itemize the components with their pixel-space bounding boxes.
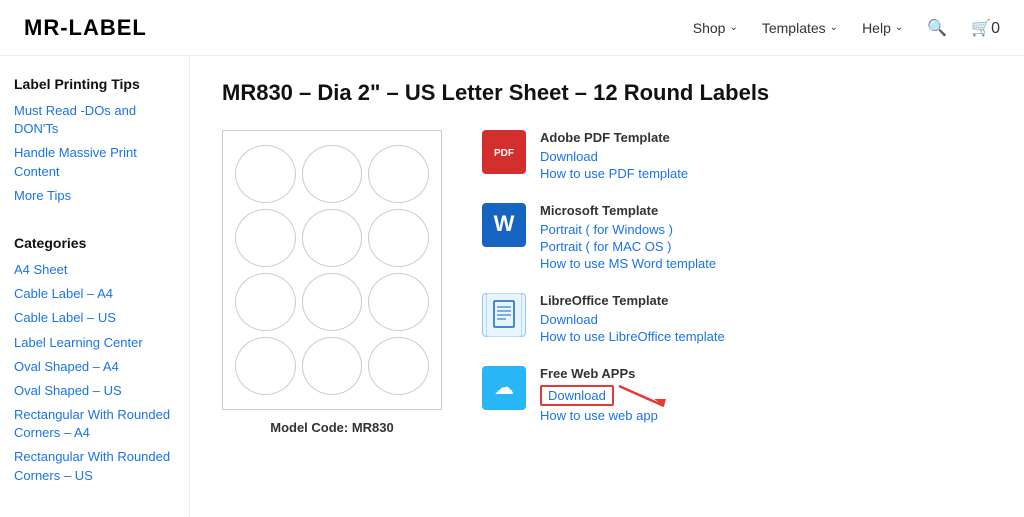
sidebar-link-a4-sheet[interactable]: A4 Sheet [14, 261, 175, 279]
sidebar-link-oval-us[interactable]: Oval Shaped – US [14, 382, 175, 400]
svg-text:W: W [494, 211, 515, 236]
nav-shop-label: Shop [693, 20, 726, 36]
nav-templates[interactable]: Templates ⌄ [762, 20, 838, 36]
word-template-info: Microsoft Template Portrait ( for Window… [540, 203, 716, 273]
sidebar-link-cable-a4[interactable]: Cable Label – A4 [14, 285, 175, 303]
search-button[interactable]: 🔍 [927, 18, 947, 38]
sidebar-divider [14, 211, 175, 235]
webapp-template-info: Free Web APPs Download How to use web ap… [540, 366, 658, 425]
sidebar-link-rounded-us[interactable]: Rectangular With Rounded Corners – US [14, 448, 175, 484]
sidebar-link-rounded-a4[interactable]: Rectangular With Rounded Corners – A4 [14, 406, 175, 442]
libre-template-name: LibreOffice Template [540, 293, 725, 308]
cart-count: 0 [991, 20, 1000, 37]
word-portrait-mac-link[interactable]: Portrait ( for MAC OS ) [540, 239, 716, 254]
word-icon: W [482, 203, 526, 247]
libre-icon [482, 293, 526, 337]
pdf-template-row: PDF Adobe PDF Template Download How to u… [482, 130, 992, 183]
webapp-template-name: Free Web APPs [540, 366, 658, 381]
label-circle [368, 273, 429, 331]
model-code: Model Code: MR830 [270, 420, 394, 435]
label-circle [235, 273, 296, 331]
logo[interactable]: MR-LABEL [24, 15, 147, 41]
sidebar: Label Printing Tips Must Read -DOs and D… [0, 56, 190, 517]
nav-help[interactable]: Help ⌄ [862, 20, 903, 36]
sidebar-link-more-tips[interactable]: More Tips [14, 187, 175, 205]
webapp-icon-svg: ☁ [486, 366, 522, 410]
svg-text:☁: ☁ [494, 377, 514, 399]
templates-section: PDF Adobe PDF Template Download How to u… [482, 130, 992, 435]
svg-text:PDF: PDF [494, 148, 514, 159]
label-circle [368, 209, 429, 267]
sidebar-link-label-learning[interactable]: Label Learning Center [14, 334, 175, 352]
label-circle [235, 337, 296, 395]
pdf-icon: PDF [482, 130, 526, 174]
page-title: MR830 – Dia 2" – US Letter Sheet – 12 Ro… [222, 80, 992, 106]
label-sheet [222, 130, 442, 410]
libre-template-row: LibreOffice Template Download How to use… [482, 293, 992, 346]
sidebar-link-oval-a4[interactable]: Oval Shaped – A4 [14, 358, 175, 376]
label-circle [302, 337, 363, 395]
site-header: MR-LABEL Shop ⌄ Templates ⌄ Help ⌄ 🔍 🛒0 [0, 0, 1024, 56]
main-nav: Shop ⌄ Templates ⌄ Help ⌄ 🔍 🛒0 [693, 18, 1000, 38]
pdf-download-link[interactable]: Download [540, 149, 688, 164]
pdf-template-name: Adobe PDF Template [540, 130, 688, 145]
word-template-row: W Microsoft Template Portrait ( for Wind… [482, 203, 992, 273]
chevron-down-icon: ⌄ [830, 22, 838, 33]
word-portrait-windows-link[interactable]: Portrait ( for Windows ) [540, 222, 716, 237]
nav-templates-label: Templates [762, 20, 826, 36]
nav-shop[interactable]: Shop ⌄ [693, 20, 738, 36]
tips-section-title: Label Printing Tips [14, 76, 175, 92]
cart-button[interactable]: 🛒0 [971, 18, 1000, 38]
word-howto-link[interactable]: How to use MS Word template [540, 256, 716, 271]
label-circle [302, 209, 363, 267]
sidebar-link-must-read[interactable]: Must Read -DOs and DON'Ts [14, 102, 175, 138]
webapp-download-highlighted: Download [540, 385, 614, 406]
chevron-down-icon: ⌄ [895, 22, 903, 33]
pdf-howto-link[interactable]: How to use PDF template [540, 166, 688, 181]
libre-download-link[interactable]: Download [540, 312, 725, 327]
nav-help-label: Help [862, 20, 891, 36]
sidebar-link-massive-print[interactable]: Handle Massive Print Content [14, 144, 175, 180]
label-circle [302, 145, 363, 203]
label-circle [368, 337, 429, 395]
label-circle [235, 209, 296, 267]
label-circle [368, 145, 429, 203]
libre-icon-svg [486, 293, 522, 337]
sidebar-link-cable-us[interactable]: Cable Label – US [14, 309, 175, 327]
pdf-template-info: Adobe PDF Template Download How to use P… [540, 130, 688, 183]
sidebar-categories: A4 Sheet Cable Label – A4 Cable Label – … [14, 261, 175, 485]
libre-howto-link[interactable]: How to use LibreOffice template [540, 329, 725, 344]
chevron-down-icon: ⌄ [729, 22, 737, 33]
main-content: MR830 – Dia 2" – US Letter Sheet – 12 Ro… [190, 56, 1024, 517]
page-layout: Label Printing Tips Must Read -DOs and D… [0, 56, 1024, 517]
word-template-name: Microsoft Template [540, 203, 716, 218]
red-arrow-icon [614, 381, 674, 411]
webapp-template-row: ☁ Free Web APPs Download [482, 366, 992, 425]
webapp-icon: ☁ [482, 366, 526, 410]
word-icon-svg: W [486, 203, 522, 247]
content-area: Model Code: MR830 PDF Adobe PDF Template… [222, 130, 992, 435]
webapp-download-link[interactable]: Download [540, 385, 614, 406]
label-circle [235, 145, 296, 203]
label-circle [302, 273, 363, 331]
libre-template-info: LibreOffice Template Download How to use… [540, 293, 725, 346]
categories-section-title: Categories [14, 235, 175, 251]
pdf-icon-svg: PDF [486, 130, 522, 174]
label-preview: Model Code: MR830 [222, 130, 442, 435]
